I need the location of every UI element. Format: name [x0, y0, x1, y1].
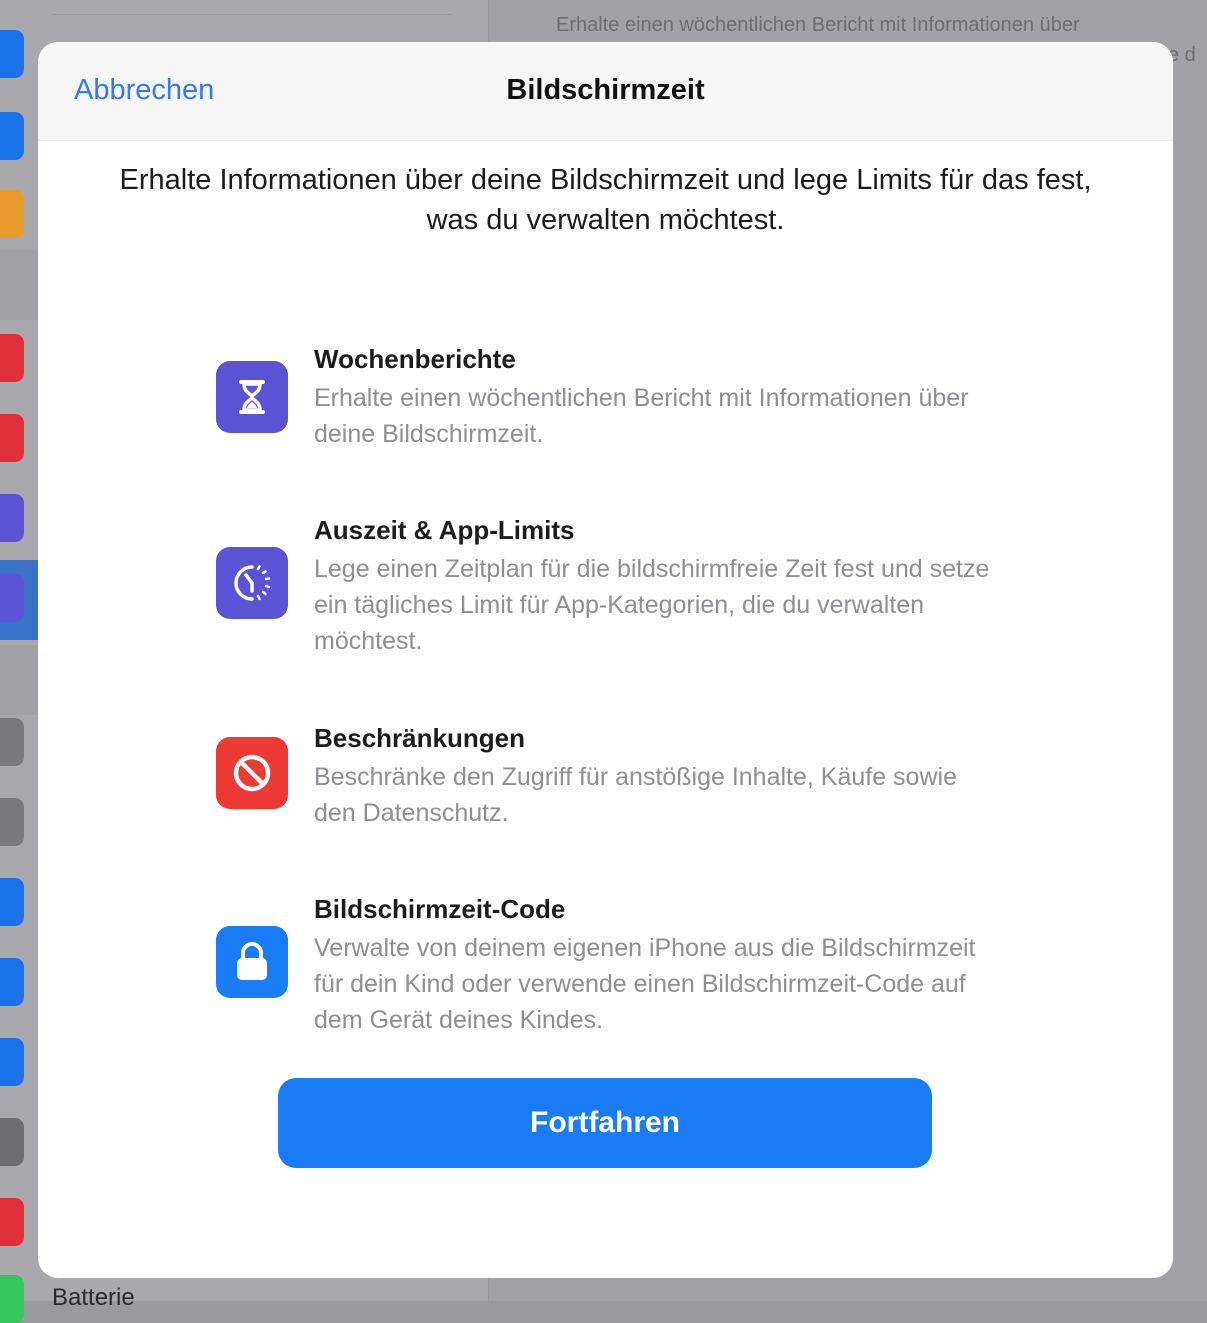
intro-text: Erhalte Informationen über deine Bildsch… — [119, 164, 1092, 236]
sidebar-app-icon[interactable] — [0, 112, 24, 160]
lock-icon — [216, 926, 288, 998]
sidebar-section-gap — [0, 250, 38, 320]
sidebar-app-icon[interactable] — [0, 798, 24, 846]
sidebar-section-gap — [0, 645, 38, 715]
sidebar-app-icon[interactable] — [0, 190, 24, 238]
sidebar-app-icon[interactable] — [0, 494, 24, 542]
feature-title: Auszeit & App-Limits — [314, 515, 575, 545]
feature-description: Beschränke den Zugriff für anstößige Inh… — [314, 763, 957, 827]
sidebar-app-icon[interactable] — [0, 574, 24, 622]
sidebar-app-icon[interactable] — [0, 718, 24, 766]
screen-time-sheet: Abbrechen Bildschirmzeit Erhalte Informa… — [38, 42, 1173, 1278]
sheet-title: Bildschirmzeit — [506, 74, 705, 106]
feature-description: Verwalte von deinem eigenen iPhone aus d… — [314, 934, 976, 1034]
continue-button[interactable]: Fortfahren — [278, 1078, 932, 1168]
sidebar-app-icon[interactable] — [0, 334, 24, 382]
feature-title: Bildschirmzeit-Code — [314, 894, 566, 924]
sidebar-app-icon[interactable] — [0, 1038, 24, 1086]
sidebar-app-icon[interactable] — [0, 414, 24, 462]
sidebar-app-icon[interactable] — [0, 1275, 24, 1323]
sidebar-app-icon[interactable] — [0, 958, 24, 1006]
feature-title: Wochenberichte — [314, 344, 516, 374]
restriction-icon — [216, 737, 288, 809]
sheet-header: Abbrechen Bildschirmzeit — [38, 42, 1173, 141]
sidebar-divider — [52, 14, 452, 15]
feature-description: Erhalte einen wöchentlichen Bericht mit … — [314, 384, 969, 448]
sidebar-app-icon[interactable] — [0, 1118, 24, 1166]
sidebar-app-icon[interactable] — [0, 1198, 24, 1246]
hourglass-icon — [216, 361, 288, 433]
feature-description: Lege einen Zeitplan für die bildschirmfr… — [314, 555, 990, 655]
detail-description-text: Erhalte einen wöchentlichen Bericht mit … — [556, 14, 1080, 36]
downtime-clock-icon — [216, 547, 288, 619]
sidebar-app-icon[interactable] — [0, 878, 24, 926]
feature-title: Beschränkungen — [314, 723, 525, 753]
sidebar-app-icon[interactable] — [0, 30, 24, 78]
sidebar-item-battery-label[interactable]: Batterie — [52, 1284, 135, 1312]
